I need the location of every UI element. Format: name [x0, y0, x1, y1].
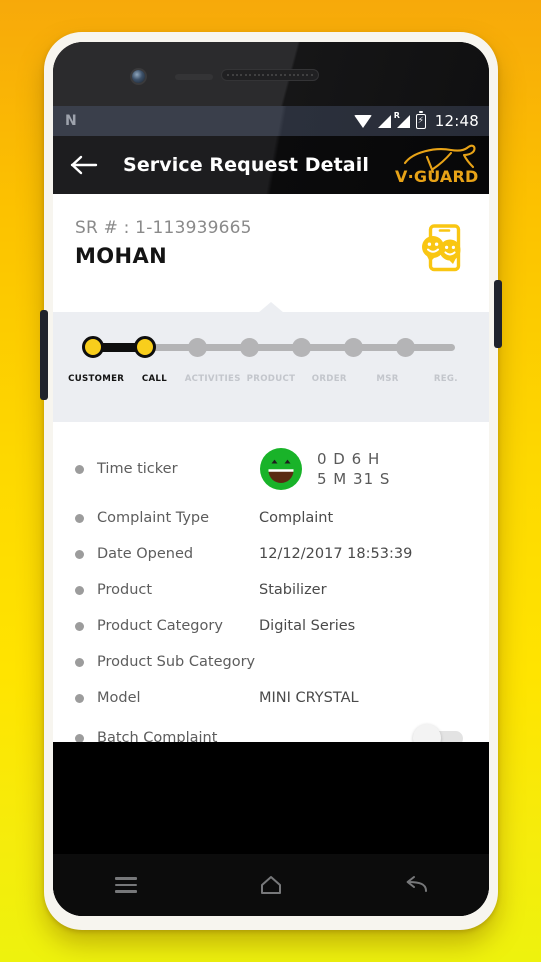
detail-value-product-category: Digital Series	[259, 618, 356, 634]
detail-row-product-sub-category: Product Sub Category	[53, 644, 489, 680]
android-status-bar: N R ⚡ 12:48	[53, 106, 489, 136]
time-ticker-line2: 5 M 31 S	[317, 470, 391, 488]
battery-charging-icon: ⚡	[415, 110, 426, 129]
bullet-icon	[75, 464, 84, 474]
detail-label-time-ticker: Time ticker	[97, 461, 178, 477]
bullet-icon	[75, 585, 84, 595]
detail-label-batch-complaint: Batch Complaint	[97, 730, 218, 742]
vguard-wordmark: V·GUARD	[395, 167, 479, 186]
detail-value-product: Stabilizer	[259, 582, 327, 598]
screenshot-canvas: N R ⚡ 12:48 Service Request Detail V·GUA…	[0, 0, 541, 962]
phone-screen: N R ⚡ 12:48 Service Request Detail V·GUA…	[53, 42, 489, 916]
detail-label-product-sub-category: Product Sub Category	[97, 654, 256, 670]
vguard-logo: V·GUARD	[395, 142, 481, 188]
stepper-label-customer[interactable]: CUSTOMER	[67, 374, 125, 384]
green-happy-smiley-icon	[259, 447, 303, 491]
detail-row-product: Product Stabilizer	[53, 572, 489, 608]
detail-value-model: MINI CRYSTAL	[259, 690, 359, 706]
detail-label-complaint-type: Complaint Type	[97, 510, 210, 526]
detail-label-product: Product	[97, 582, 153, 598]
stepper-dot-call[interactable]	[134, 336, 156, 358]
detail-row-complaint-type: Complaint Type Complaint	[53, 500, 489, 536]
stepper-notch	[258, 302, 284, 313]
toggle-knob	[413, 724, 441, 742]
detail-list: Time ticker 0 D 6 H 5 M 31 S Complaint T…	[53, 422, 489, 742]
bullet-icon	[75, 657, 84, 667]
proximity-sensor	[175, 74, 213, 80]
stepper-label-msr[interactable]: MSR	[358, 374, 416, 384]
stepper-dot-reg[interactable]	[395, 337, 415, 357]
stepper-dot-msr[interactable]	[343, 337, 363, 357]
stepper-label-product[interactable]: PRODUCT	[242, 374, 300, 384]
stepper-label-reg[interactable]: REG.	[417, 374, 475, 384]
detail-value-date-opened: 12/12/2017 18:53:39	[259, 546, 413, 562]
customer-name: MOHAN	[75, 244, 168, 268]
back-icon	[406, 876, 428, 892]
time-ticker-value: 0 D 6 H 5 M 31 S	[317, 449, 390, 489]
detail-row-batch-complaint: Batch Complaint	[53, 716, 489, 742]
service-request-header-card: SR # : 1-113939665 MOHAN	[53, 194, 489, 312]
status-bar-clock: 12:48	[434, 112, 479, 130]
time-ticker-line1: 0 D 6 H	[317, 450, 381, 468]
bullet-icon	[75, 549, 84, 559]
android-n-logo: N	[65, 113, 77, 129]
signal-icon	[377, 114, 391, 128]
detail-row-time-ticker: Time ticker 0 D 6 H 5 M 31 S	[53, 438, 489, 500]
stepper-label-call[interactable]: CALL	[125, 374, 183, 384]
progress-stepper: CUSTOMER CALL ACTIVITIES PRODUCT ORDER M…	[53, 302, 489, 422]
stepper-label-activities[interactable]: ACTIVITIES	[184, 374, 242, 384]
nav-home-button[interactable]	[198, 854, 343, 916]
stepper-track	[82, 336, 465, 358]
detail-value-complaint-type: Complaint	[259, 510, 334, 526]
earpiece-speaker	[221, 69, 319, 81]
android-navigation-bar	[53, 854, 489, 916]
bullet-icon	[75, 693, 84, 703]
app-bar: Service Request Detail V·GUARD	[53, 136, 489, 194]
power-button[interactable]	[494, 280, 502, 348]
bullet-icon	[75, 621, 84, 631]
detail-label-product-category: Product Category	[97, 618, 223, 634]
batch-complaint-toggle[interactable]	[413, 724, 465, 742]
sr-number: SR # : 1-113939665	[75, 218, 252, 238]
back-arrow-icon[interactable]	[67, 148, 101, 182]
app-content: SR # : 1-113939665 MOHAN CUSTOMER CALL A…	[53, 194, 489, 916]
bullet-icon	[75, 513, 84, 523]
detail-row-model: Model MINI CRYSTAL	[53, 680, 489, 716]
home-icon	[260, 876, 281, 894]
stepper-labels: CUSTOMER CALL ACTIVITIES PRODUCT ORDER M…	[67, 374, 475, 384]
bullet-icon	[75, 733, 84, 742]
phone-top-bezel	[53, 42, 489, 106]
volume-button[interactable]	[40, 310, 48, 400]
menu-icon	[114, 873, 137, 896]
wifi-icon	[353, 114, 372, 128]
stepper-dot-customer[interactable]	[82, 336, 104, 358]
phone-chat-smileys-icon	[417, 222, 467, 274]
sr-header-text: SR # : 1-113939665 MOHAN	[75, 218, 417, 268]
detail-label-date-opened: Date Opened	[97, 546, 194, 562]
stepper-dot-order[interactable]	[291, 337, 311, 357]
status-bar-left: N	[65, 113, 354, 129]
stepper-label-order[interactable]: ORDER	[300, 374, 358, 384]
detail-row-product-category: Product Category Digital Series	[53, 608, 489, 644]
roaming-signal-icon: R	[394, 111, 410, 128]
nav-menu-button[interactable]	[53, 854, 198, 916]
front-camera-icon	[132, 70, 145, 83]
detail-label-model: Model	[97, 690, 141, 706]
stepper-dot-activities[interactable]	[187, 337, 207, 357]
page-title: Service Request Detail	[123, 154, 369, 176]
stepper-dot-product[interactable]	[239, 337, 259, 357]
status-bar-right: R ⚡ 12:48	[353, 110, 479, 130]
detail-row-date-opened: Date Opened 12/12/2017 18:53:39	[53, 536, 489, 572]
phone-device: N R ⚡ 12:48 Service Request Detail V·GUA…	[40, 32, 502, 930]
nav-back-button[interactable]	[344, 854, 489, 916]
